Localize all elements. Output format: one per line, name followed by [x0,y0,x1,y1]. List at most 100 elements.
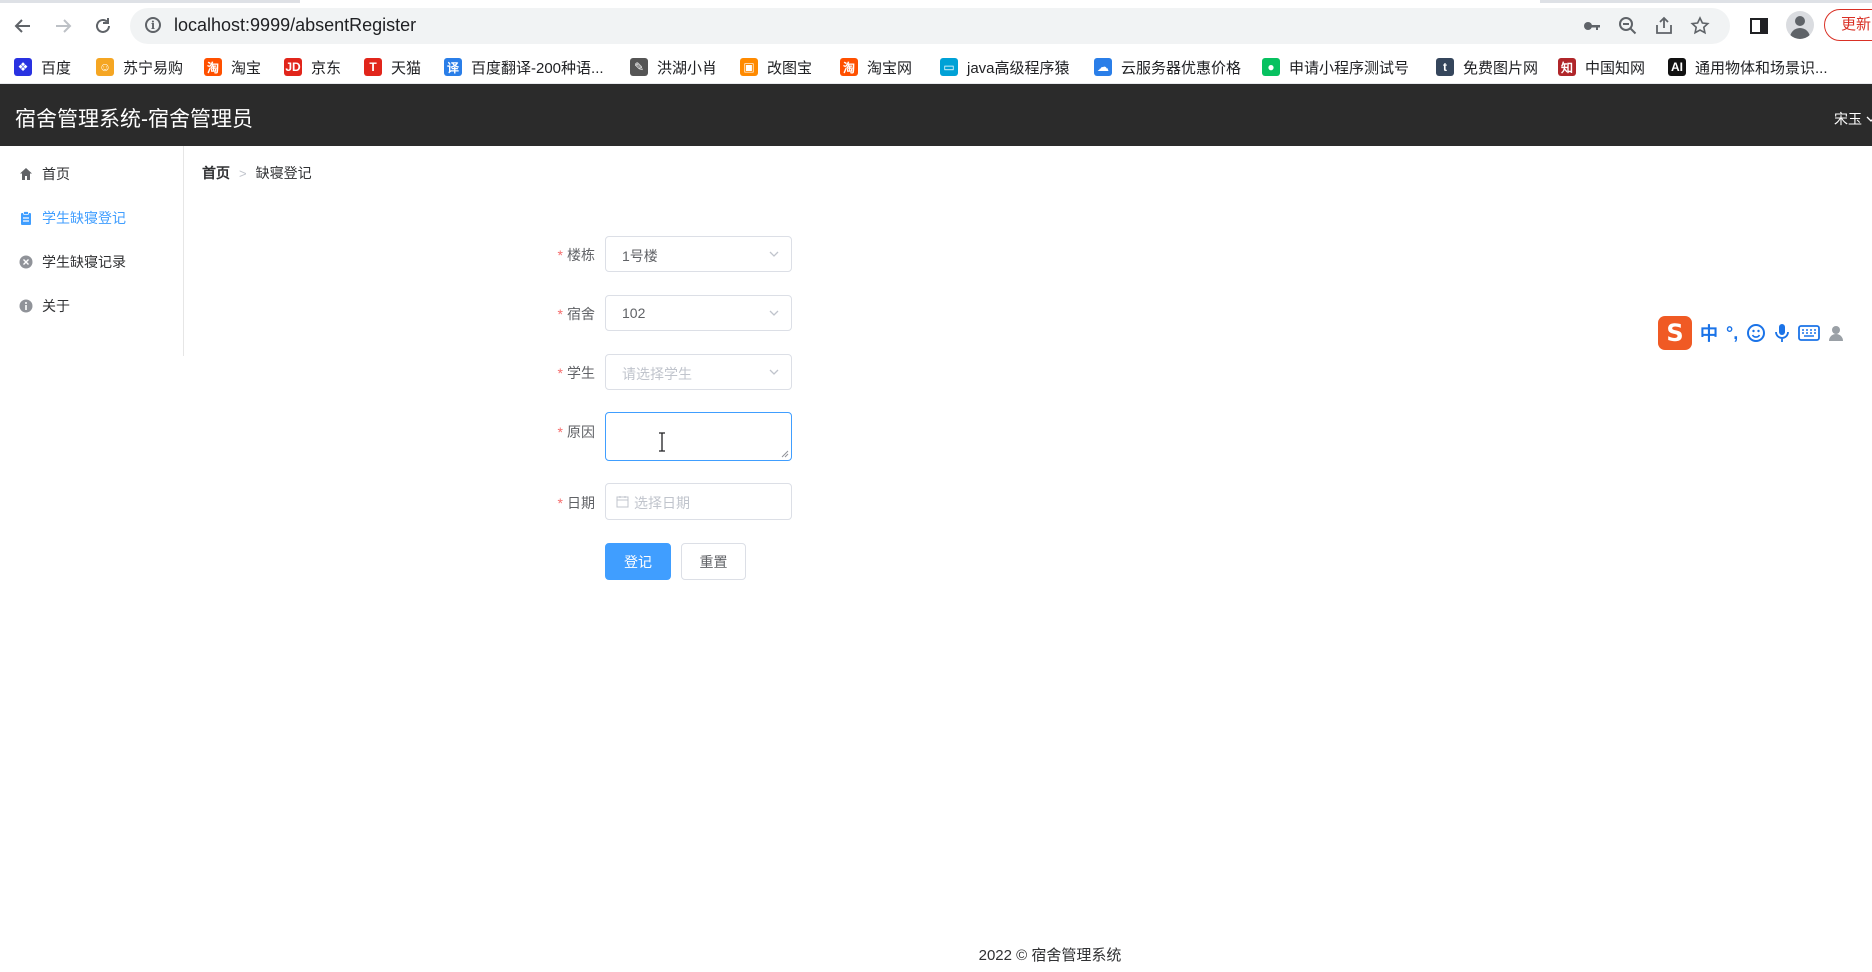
bookmark-label: 通用物体和场景识... [1695,59,1828,77]
sogou-logo-icon[interactable]: S [1658,316,1692,350]
sidebar-item-label: 首页 [42,166,70,182]
baidu-paw-icon: ❖ [14,58,32,76]
breadcrumb-home[interactable]: 首页 [202,163,230,183]
required-mark: * [557,365,563,381]
bookmark-label: 京东 [311,59,342,77]
feather-icon: ✎ [630,58,648,76]
required-mark: * [557,424,563,440]
ime-mode-indicator[interactable]: 中 [1700,320,1718,346]
clipboard-icon [19,211,33,225]
bookmark-label: 百度翻译-200种语... [471,59,604,77]
bookmark-label: 洪湖小肖 [657,59,718,77]
room-select[interactable]: 102 [605,295,792,331]
bilibili-tv-icon: ▭ [940,58,958,76]
date-label: * 日期 [540,493,595,513]
bookmark-item[interactable]: ❖ 百度 [14,56,71,78]
chevron-down-icon [769,369,779,375]
back-arrow-icon [14,19,30,33]
bookmark-item[interactable]: t 免费图片网 [1436,56,1538,78]
reason-textarea[interactable] [605,412,792,461]
sidebar-menu: 首页 学生缺寝登记 学生缺寝记录 关于 [0,146,184,356]
student-label-text: 学生 [567,365,595,381]
building-select[interactable]: 1号楼 [605,236,792,272]
bookmark-item[interactable]: AI 通用物体和场景识... [1668,56,1828,78]
key-icon[interactable] [1580,16,1604,36]
bookmark-label: 免费图片网 [1463,59,1539,77]
room-label: * 宿舍 [540,304,595,324]
info-icon [19,299,33,313]
bookmark-label: java高级程序猿 [967,59,1070,77]
app-header: 宿舍管理系统-宿舍管理员 宋玉 [0,84,1872,146]
bookmark-label: 淘宝 [231,59,262,77]
zoom-out-icon[interactable] [1616,16,1640,36]
page-footer: 2022 © 宿舍管理系统 [978,947,1122,964]
submit-register-button[interactable]: 登记 [605,543,671,580]
room-select-value: 102 [622,305,646,321]
user-name[interactable]: 宋玉 [1834,111,1862,127]
bookmark-label: 中国知网 [1585,59,1646,77]
user-skin-icon[interactable] [1828,323,1848,343]
profile-avatar[interactable] [1786,11,1814,39]
cloud-icon: ☁ [1094,58,1112,76]
bookmark-label: 淘宝网 [867,59,913,77]
wechat-icon: ● [1262,58,1280,76]
bookmark-label: 天猫 [391,59,422,77]
tumblr-icon: t [1436,58,1454,76]
suning-lion-icon: ☺ [96,58,114,76]
reset-button[interactable]: 重置 [681,543,746,580]
breadcrumb: 首页 > 缺寝登记 [202,163,312,183]
bookmark-item[interactable]: 淘淘宝网 [840,56,912,78]
date-label-text: 日期 [567,495,595,511]
microphone-icon[interactable] [1774,323,1790,343]
bookmark-item[interactable]: 知中国知网 [1558,56,1645,78]
student-label: * 学生 [540,363,595,383]
bookmark-item[interactable]: ● 申请小程序测试号 [1262,56,1409,78]
reload-icon [96,18,110,33]
bookmarks-bar: ❖ 百度 ☺ 苏宁易购淘淘宝 JD 京东 T 天猫 译百度翻译-200种语... ✎ 洪湖小肖 ▣ 改图… [0,50,1872,84]
bookmark-item[interactable]: JD 京东 [284,56,341,78]
sidebar-item-label: 关于 [42,298,70,314]
share-icon[interactable] [1652,16,1676,36]
image-tool-icon: ▣ [740,58,758,76]
sidebar-item-about[interactable]: 关于 [0,284,183,328]
bookmark-item[interactable]: ☁ 云服务器优惠价格 [1094,56,1241,78]
emoji-icon[interactable] [1746,323,1766,343]
address-bar[interactable]: i localhost:9999/absentRegister [130,8,1730,44]
chevron-down-icon [1866,116,1872,122]
jd-icon: JD [284,58,302,76]
forward-button[interactable] [47,10,79,42]
student-select[interactable]: 请选择学生 [605,354,792,390]
building-label-text: 楼栋 [567,247,595,263]
sidebar-item-absent-register[interactable]: 学生缺寝登记 [0,196,183,240]
bookmark-item[interactable]: ▭ java高级程序猿 [940,56,1070,78]
update-button[interactable]: 更新 [1824,9,1872,41]
resize-grip-icon[interactable] [779,448,789,458]
user-menu[interactable]: 宋玉 [1834,109,1872,129]
building-label: * 楼栋 [540,245,595,265]
bookmark-star-icon[interactable] [1688,16,1712,36]
bookmark-item[interactable]: 译百度翻译-200种语... [444,56,604,78]
ai-icon: AI [1668,58,1686,76]
sidebar-item-absent-records[interactable]: 学生缺寝记录 [0,240,183,284]
bookmark-item[interactable]: ☺ 苏宁易购 [96,56,183,78]
sidebar-item-label: 学生缺寝登记 [42,210,126,226]
bookmark-item[interactable]: ✎ 洪湖小肖 [630,56,717,78]
keyboard-icon[interactable] [1798,324,1821,342]
translate-icon: 译 [444,58,462,76]
chevron-down-icon [769,310,779,316]
back-button[interactable] [7,10,39,42]
bookmark-item[interactable]: T 天猫 [364,56,421,78]
reload-button[interactable] [87,10,119,42]
site-info-icon[interactable]: i [145,17,161,33]
punctuation-icon[interactable]: °, [1726,323,1738,344]
date-picker-input[interactable]: 选择日期 [605,483,792,520]
cnki-icon: 知 [1558,58,1576,76]
side-panel-icon[interactable] [1745,12,1773,40]
bookmark-label: 改图宝 [767,59,813,77]
url-text[interactable]: localhost:9999/absentRegister [174,15,416,36]
bookmark-item[interactable]: 淘淘宝 [204,56,261,78]
bookmark-item[interactable]: ▣ 改图宝 [740,56,812,78]
sidebar-item-home[interactable]: 首页 [0,152,183,196]
tmall-icon: T [364,58,382,76]
bookmark-label: 百度 [41,59,72,77]
